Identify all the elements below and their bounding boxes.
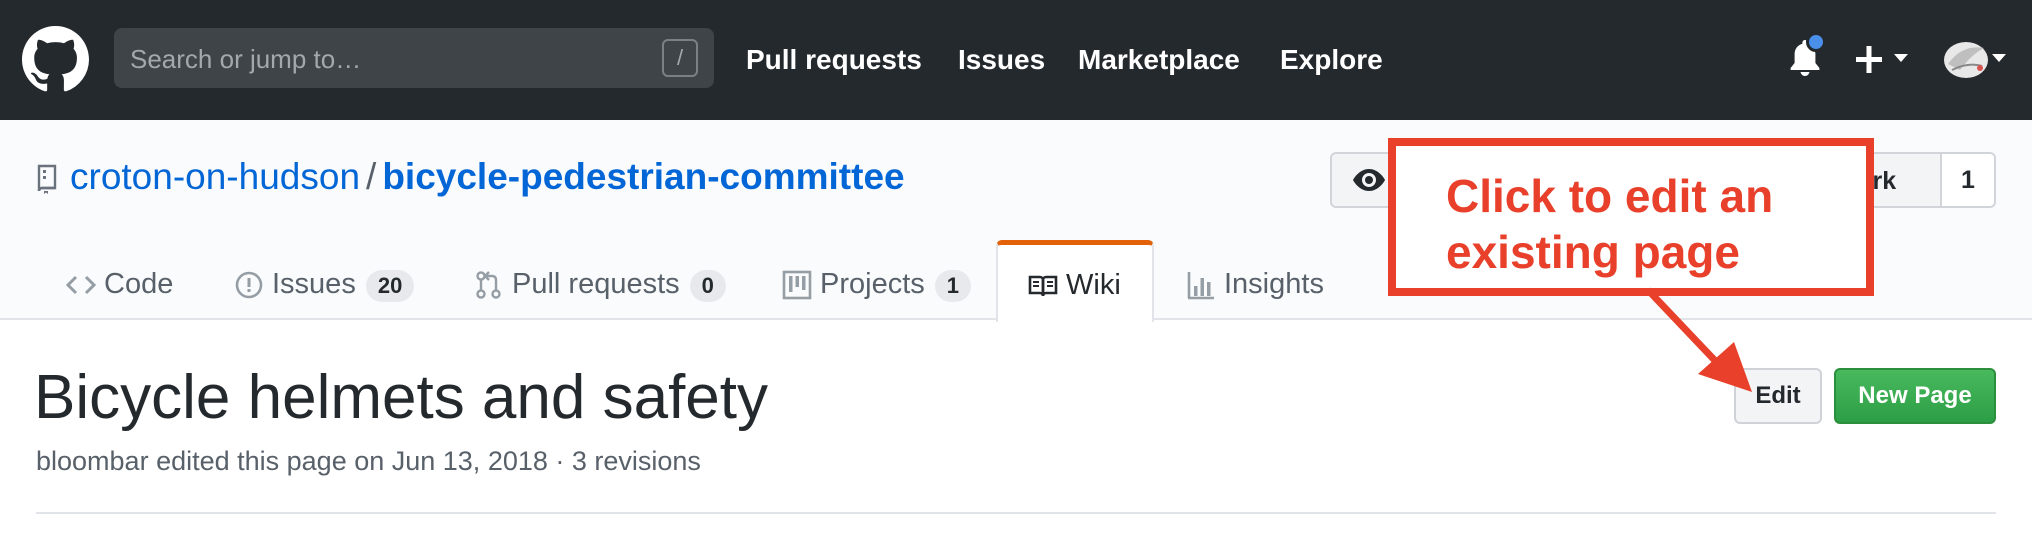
tab-issues[interactable]: Issues 20 bbox=[234, 240, 415, 320]
tab-pull-requests[interactable]: Pull requests 0 bbox=[474, 240, 726, 320]
nav-marketplace[interactable]: Marketplace bbox=[1078, 44, 1240, 76]
repo-owner-link[interactable]: croton-on-hudson bbox=[70, 156, 360, 197]
projects-count-badge: 1 bbox=[934, 270, 972, 302]
eye-icon bbox=[1353, 169, 1385, 191]
repo-separator: / bbox=[366, 156, 377, 197]
repository-title: croton-on-hudson / bicycle-pedestrian-comm… bbox=[70, 156, 905, 198]
nav-issues[interactable]: Issues bbox=[958, 44, 1045, 76]
unread-indicator bbox=[1806, 32, 1826, 52]
tab-insights[interactable]: Insights bbox=[1186, 240, 1324, 320]
repo-book-icon bbox=[37, 164, 57, 194]
repo-name-link[interactable]: bicycle-pedestrian-committee bbox=[382, 156, 904, 197]
book-icon bbox=[1028, 275, 1058, 297]
tab-code-label: Code bbox=[104, 268, 174, 300]
issue-opened-icon bbox=[235, 271, 263, 299]
tab-pull-requests-label: Pull requests bbox=[512, 268, 680, 300]
new-page-button[interactable]: New Page bbox=[1834, 368, 1996, 424]
global-header: Search or jump to… / Pull requests Issue… bbox=[0, 0, 2032, 120]
search-shortcut-key: / bbox=[662, 39, 698, 77]
tab-projects-label: Projects bbox=[820, 268, 925, 300]
tab-code[interactable]: Code bbox=[66, 240, 173, 320]
code-icon bbox=[66, 275, 96, 295]
pull-requests-count-badge: 0 bbox=[689, 270, 726, 302]
search-input[interactable]: Search or jump to… / bbox=[114, 28, 714, 88]
tab-projects[interactable]: Projects 1 bbox=[782, 240, 972, 320]
nav-explore[interactable]: Explore bbox=[1280, 44, 1383, 76]
issues-count-badge: 20 bbox=[365, 270, 415, 302]
header-divider bbox=[36, 512, 1996, 514]
edit-page-button[interactable]: Edit bbox=[1734, 368, 1822, 424]
create-new-dropdown-icon[interactable] bbox=[1856, 42, 1912, 76]
github-logo-icon[interactable] bbox=[22, 26, 89, 93]
fork-count[interactable]: 1 bbox=[1940, 152, 1996, 208]
wiki-page-meta: bloombar edited this page on Jun 13, 201… bbox=[36, 446, 701, 476]
wiki-page-title: Bicycle helmets and safety bbox=[34, 363, 769, 432]
annotation-text: Click to edit an existing page bbox=[1446, 170, 1774, 278]
project-board-icon bbox=[782, 270, 812, 300]
search-placeholder: Search or jump to… bbox=[130, 44, 362, 74]
nav-pull-requests[interactable]: Pull requests bbox=[746, 44, 922, 76]
tab-wiki-label: Wiki bbox=[1066, 269, 1121, 301]
annotation-callout: Click to edit an existing page bbox=[1388, 138, 1874, 296]
tab-issues-label: Issues bbox=[272, 268, 356, 300]
github-wiki-page: Search or jump to… / Pull requests Issue… bbox=[0, 0, 2032, 552]
graph-icon bbox=[1187, 272, 1214, 300]
git-pull-request-icon bbox=[476, 271, 501, 299]
user-avatar-menu-icon[interactable] bbox=[1942, 36, 2008, 82]
tab-wiki[interactable]: Wiki bbox=[996, 240, 1154, 322]
tab-insights-label: Insights bbox=[1224, 268, 1324, 300]
